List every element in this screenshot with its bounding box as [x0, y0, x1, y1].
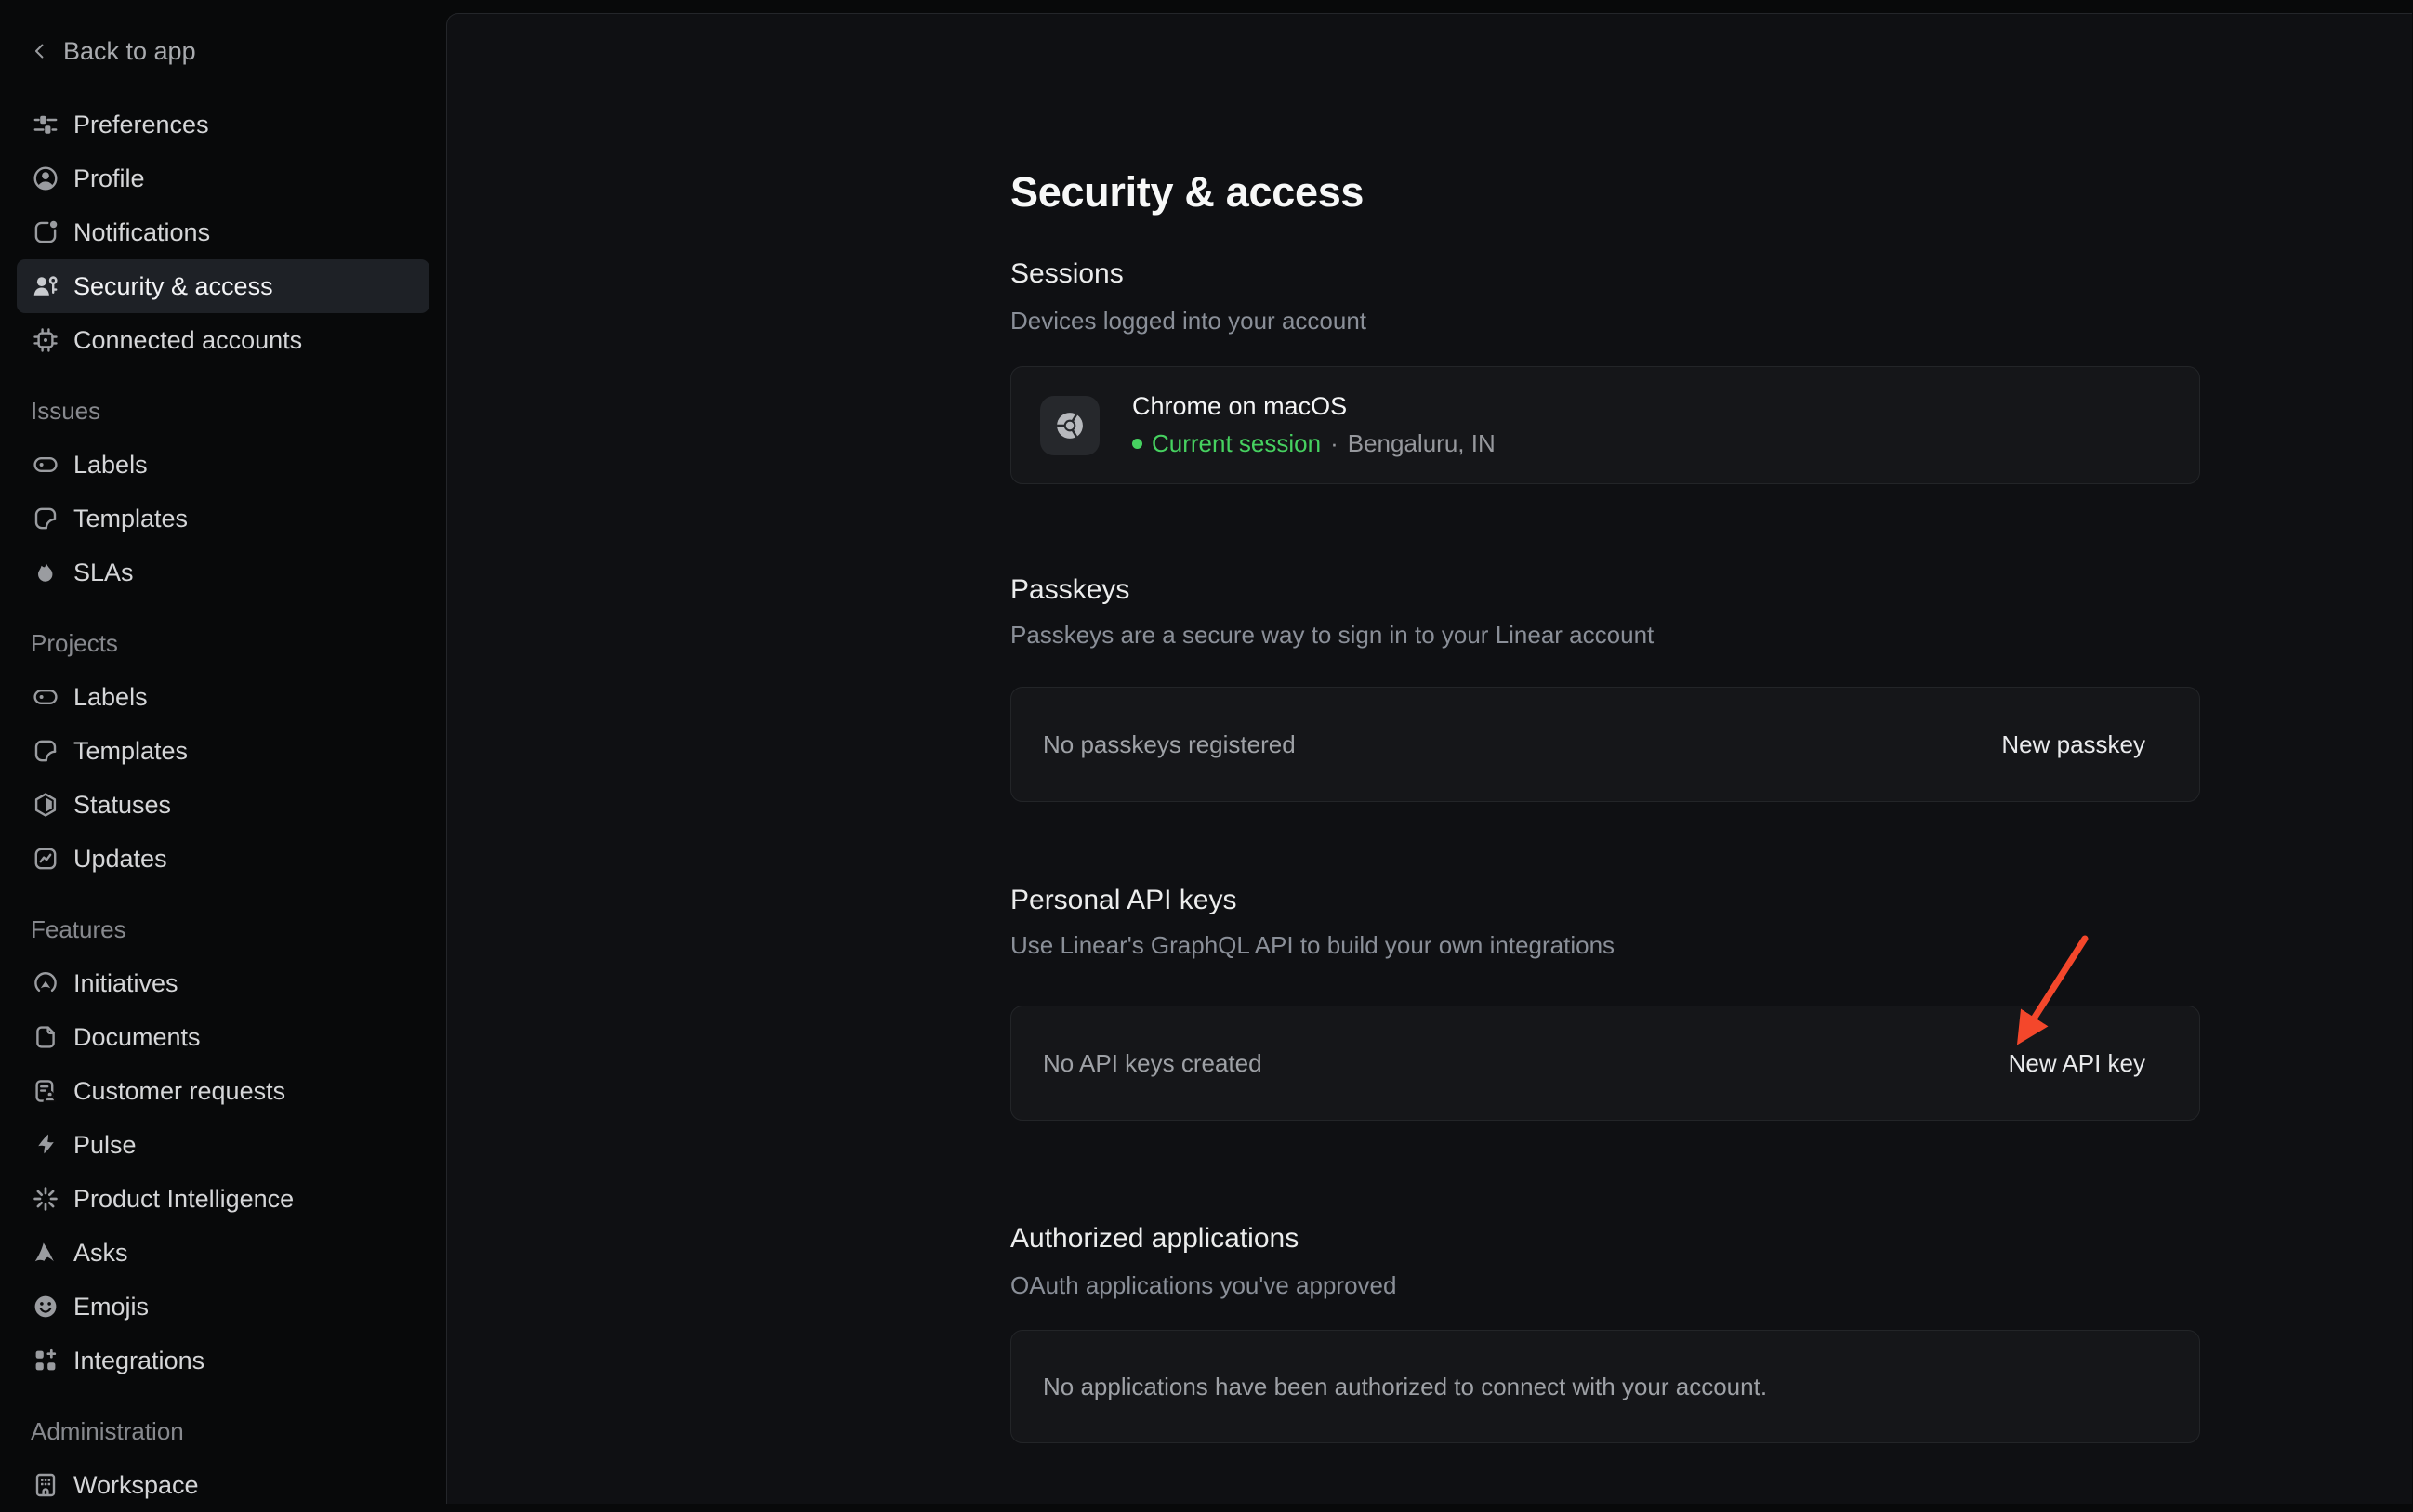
integrations-icon — [31, 1346, 60, 1375]
sidebar-section-issues: Issues — [0, 384, 446, 438]
sidebar-item-label: Initiatives — [73, 969, 178, 998]
browser-icon-container — [1040, 396, 1100, 455]
notifications-icon — [31, 217, 60, 247]
pulse-icon — [31, 1130, 60, 1160]
sidebar-item-label: Documents — [73, 1023, 201, 1052]
sidebar-item-label: Templates — [73, 737, 188, 766]
sidebar-item-project-templates[interactable]: Templates — [17, 724, 429, 778]
sidebar-item-issue-templates[interactable]: Templates — [17, 492, 429, 546]
sidebar-item-label: Labels — [73, 451, 148, 480]
sidebar-item-label: Labels — [73, 683, 148, 712]
sidebar-item-label: Profile — [73, 164, 145, 193]
sidebar-item-documents[interactable]: Documents — [17, 1010, 429, 1064]
emojis-icon — [31, 1292, 60, 1321]
authorized-apps-empty-text: No applications have been authorized to … — [1043, 1373, 1767, 1401]
new-passkey-button[interactable]: New passkey — [2001, 730, 2145, 759]
workspace-icon — [31, 1470, 60, 1500]
connected-accounts-icon — [31, 325, 60, 355]
sidebar-item-customer-requests[interactable]: Customer requests — [17, 1064, 429, 1118]
sidebar-item-label: Updates — [73, 845, 167, 874]
passkeys-heading: Passkeys — [1010, 573, 1129, 607]
sidebar-item-slas[interactable]: SLAs — [17, 546, 429, 599]
sidebar-item-project-labels[interactable]: Labels — [17, 670, 429, 724]
sidebar-item-notifications[interactable]: Notifications — [17, 205, 429, 259]
sidebar-item-pulse[interactable]: Pulse — [17, 1118, 429, 1172]
sidebar-item-label: Statuses — [73, 791, 171, 820]
sidebar-item-label: Templates — [73, 505, 188, 533]
authorized-apps-card: No applications have been authorized to … — [1010, 1330, 2200, 1443]
authorized-apps-description: OAuth applications you've approved — [1010, 1270, 1396, 1300]
settings-sidebar: Back to app Preferences Profile Notifica… — [0, 0, 446, 1504]
statuses-icon — [31, 790, 60, 820]
product-intelligence-icon — [31, 1184, 60, 1214]
passkeys-card: No passkeys registered New passkey — [1010, 687, 2200, 802]
initiatives-icon — [31, 968, 60, 998]
sidebar-section-projects: Projects — [0, 616, 446, 670]
sidebar-item-label: Pulse — [73, 1131, 137, 1160]
sidebar-item-product-intelligence[interactable]: Product Intelligence — [17, 1172, 429, 1226]
sidebar-item-label: Asks — [73, 1239, 128, 1268]
session-device-name: Chrome on macOS — [1132, 392, 1496, 421]
sidebar-item-label: Emojis — [73, 1293, 149, 1321]
updates-icon — [31, 844, 60, 874]
current-session-dot — [1132, 439, 1142, 449]
api-keys-heading: Personal API keys — [1010, 884, 1236, 917]
sidebar-item-statuses[interactable]: Statuses — [17, 778, 429, 832]
sidebar-item-label: Preferences — [73, 111, 209, 139]
flame-icon — [31, 558, 60, 587]
sidebar-item-initiatives[interactable]: Initiatives — [17, 956, 429, 1010]
sidebar-item-label: Workspace — [73, 1471, 199, 1500]
sidebar-item-label: Connected accounts — [73, 326, 302, 355]
sidebar-item-preferences[interactable]: Preferences — [17, 98, 429, 151]
sidebar-item-label: SLAs — [73, 559, 134, 587]
sidebar-item-asks[interactable]: Asks — [17, 1226, 429, 1280]
settings-panel: Security & access Sessions Devices logge… — [446, 13, 2412, 1504]
sidebar-item-emojis[interactable]: Emojis — [17, 1280, 429, 1334]
sidebar-section-administration: Administration — [0, 1404, 446, 1458]
api-keys-empty-text: No API keys created — [1043, 1049, 1262, 1078]
sidebar-item-updates[interactable]: Updates — [17, 832, 429, 886]
sidebar-section-features: Features — [0, 902, 446, 956]
session-status: Current session — [1152, 429, 1321, 458]
profile-icon — [31, 164, 60, 193]
preferences-icon — [31, 110, 60, 139]
sidebar-item-connected-accounts[interactable]: Connected accounts — [17, 313, 429, 367]
sidebar-item-label: Integrations — [73, 1347, 204, 1375]
sidebar-item-label: Customer requests — [73, 1077, 285, 1106]
session-location: Bengaluru, IN — [1348, 429, 1496, 458]
sessions-description: Devices logged into your account — [1010, 306, 1366, 335]
sidebar-item-issue-labels[interactable]: Labels — [17, 438, 429, 492]
back-to-app-label: Back to app — [63, 37, 196, 66]
authorized-apps-heading: Authorized applications — [1010, 1222, 1299, 1256]
template-icon — [31, 504, 60, 533]
api-keys-description: Use Linear's GraphQL API to build your o… — [1010, 930, 1615, 960]
sidebar-item-integrations[interactable]: Integrations — [17, 1334, 429, 1387]
sidebar-item-label: Product Intelligence — [73, 1185, 294, 1214]
back-to-app-button[interactable]: Back to app — [0, 24, 446, 78]
session-separator: · — [1330, 429, 1338, 458]
session-card: Chrome on macOS Current session · Bengal… — [1010, 366, 2200, 484]
passkeys-empty-text: No passkeys registered — [1043, 730, 1296, 759]
customer-requests-icon — [31, 1076, 60, 1106]
sidebar-item-workspace[interactable]: Workspace — [17, 1458, 429, 1512]
label-tag-icon — [31, 450, 60, 480]
sidebar-item-label: Security & access — [73, 272, 273, 301]
documents-icon — [31, 1022, 60, 1052]
template-icon — [31, 736, 60, 766]
sidebar-item-security-access[interactable]: Security & access — [17, 259, 429, 313]
sessions-heading: Sessions — [1010, 257, 1124, 291]
chevron-left-icon — [28, 39, 52, 63]
sidebar-item-label: Notifications — [73, 218, 210, 247]
asks-icon — [31, 1238, 60, 1268]
page-title: Security & access — [1010, 168, 1364, 217]
session-info: Chrome on macOS Current session · Bengal… — [1132, 392, 1496, 458]
sidebar-item-profile[interactable]: Profile — [17, 151, 429, 205]
label-tag-icon — [31, 682, 60, 712]
security-access-icon — [31, 271, 60, 301]
annotation-arrow — [1971, 921, 2120, 1070]
chrome-icon — [1052, 408, 1088, 443]
passkeys-description: Passkeys are a secure way to sign in to … — [1010, 620, 1654, 650]
